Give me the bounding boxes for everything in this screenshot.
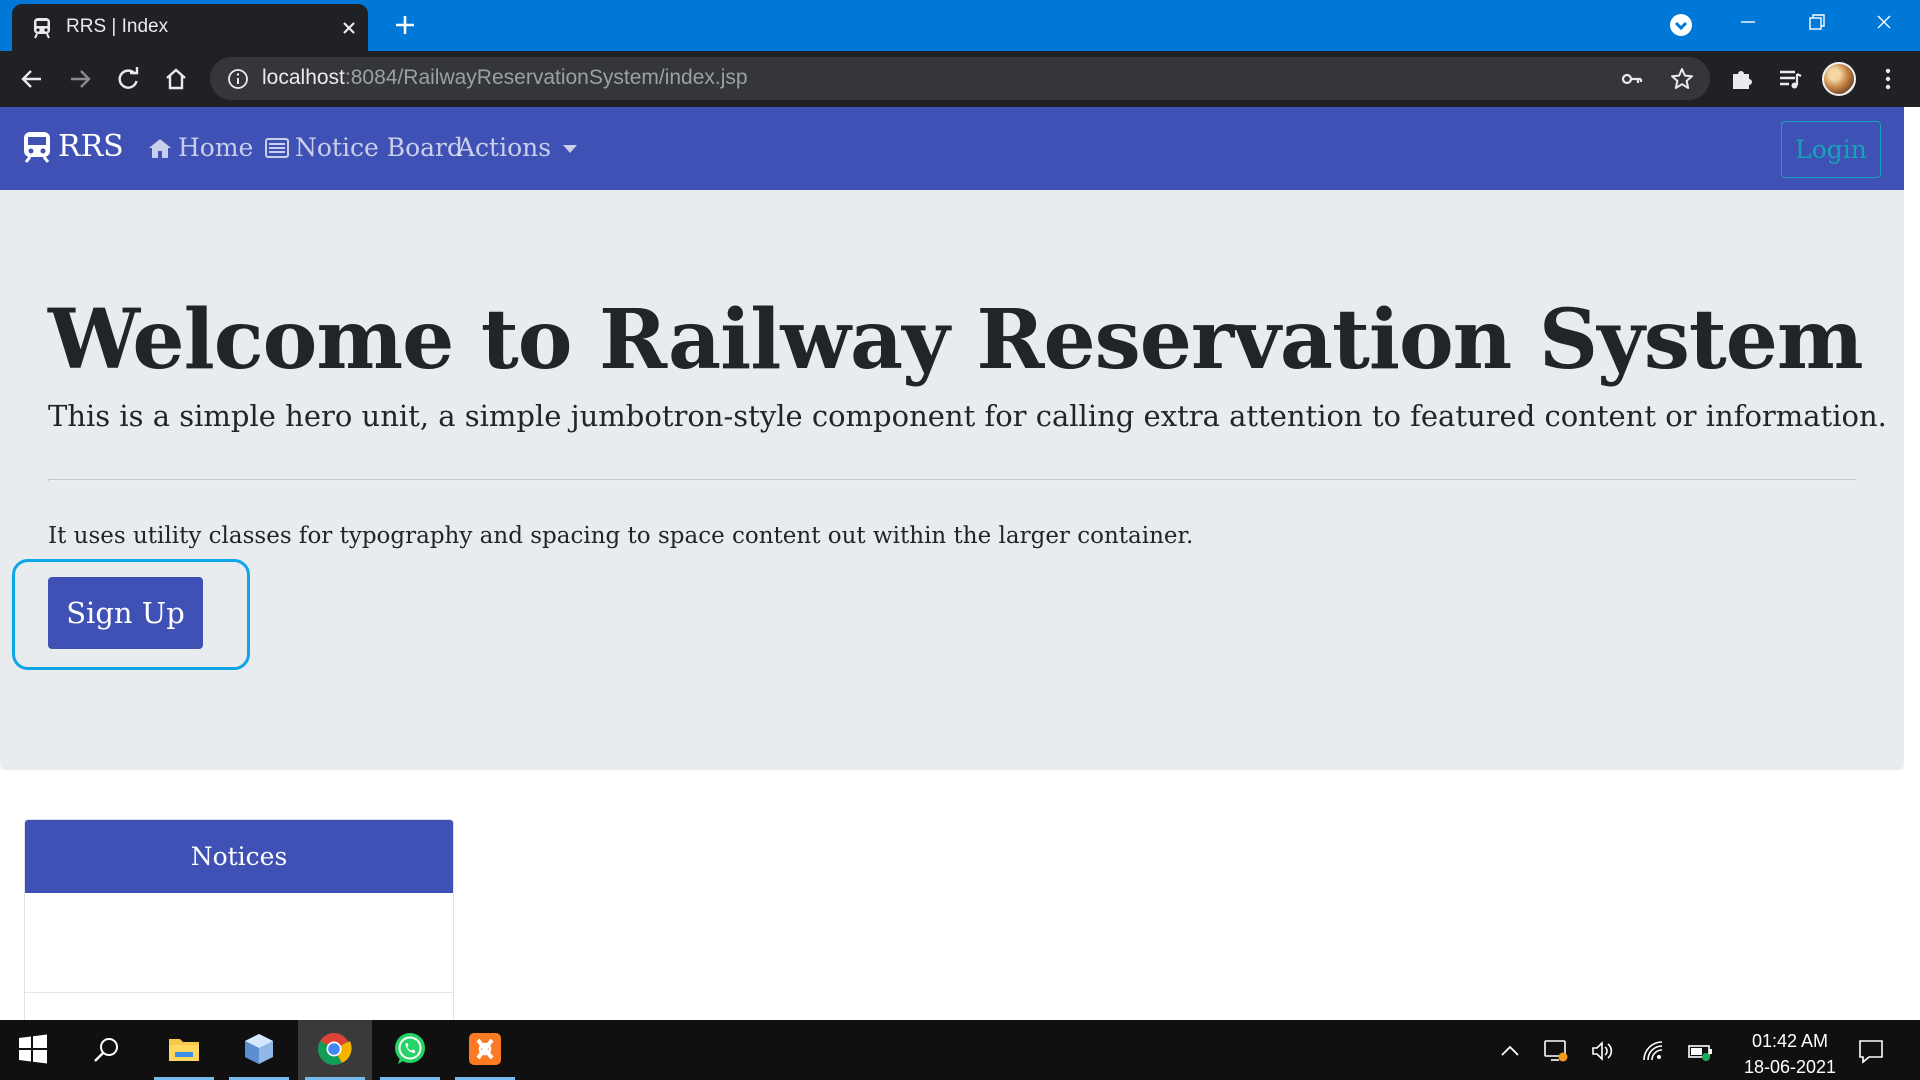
clock-date: 18-06-2021 [1743,1057,1837,1077]
site-navbar: RRS Home Notice Board Actions Login [0,107,1904,190]
new-tab-icon[interactable] [392,12,418,38]
train-icon [24,131,50,163]
notices-body [25,893,453,993]
hero-divider [48,479,1857,481]
media-queue-icon[interactable] [1776,65,1804,93]
caret-down-icon [563,144,578,153]
extensions-puzzle-icon[interactable] [1728,65,1756,93]
address-bar[interactable]: localhost:8084/RailwayReservationSystem/… [210,57,1710,100]
search-icon[interactable] [92,1035,122,1065]
menu-kebab-icon[interactable] [1874,65,1902,93]
bookmark-star-icon[interactable] [1669,66,1695,92]
show-hidden-icons-chevron-icon[interactable] [1497,1038,1523,1064]
nav-notice-board-label: Notice Board [295,133,463,162]
login-button[interactable]: Login [1781,121,1881,178]
hero-lead: This is a simple hero unit, a simple jum… [48,399,1887,433]
browser-titlebar: RRS | Index [0,0,1920,51]
xampp-icon[interactable] [467,1031,503,1067]
hero-title: Welcome to Railway Reservation System [48,292,1864,388]
train-favicon-icon [34,18,50,39]
nav-home[interactable]: Home [148,133,253,162]
url-host: localhost [262,66,345,89]
home-icon [149,138,171,158]
forward-icon[interactable] [66,65,94,93]
home-button-icon[interactable] [162,65,190,93]
taskbar-clock[interactable]: 01:42 AM 18-06-2021 [1730,1028,1850,1080]
whatsapp-icon[interactable] [392,1031,428,1067]
reload-icon[interactable] [114,65,142,93]
file-explorer-icon[interactable] [166,1031,202,1067]
site-info-icon[interactable] [226,67,250,91]
app-cube-icon[interactable] [241,1031,277,1067]
hero-jumbotron: Welcome to Railway Reservation System Th… [0,190,1904,770]
nav-notice-board[interactable]: Notice Board [265,133,463,162]
notices-header: Notices [25,820,453,893]
clock-time: 01:42 AM [1751,1031,1829,1051]
windows-taskbar: 01:42 AM 18-06-2021 [0,1020,1920,1080]
chrome-icon[interactable] [316,1031,352,1067]
wifi-icon[interactable] [1640,1038,1666,1064]
window-restore-icon[interactable] [1796,6,1836,38]
tab-search-icon[interactable] [1668,12,1694,38]
notices-card: Notices [24,819,454,1020]
action-center-icon[interactable] [1857,1037,1885,1065]
nav-actions-dropdown[interactable]: Actions [457,133,578,162]
tab-close-icon[interactable] [338,17,360,39]
brand-label: RRS [58,129,124,164]
volume-icon[interactable] [1590,1038,1616,1064]
nav-actions-label: Actions [457,133,552,162]
url-text[interactable]: localhost:8084/RailwayReservationSystem/… [262,66,748,90]
navbar-brand[interactable]: RRS [22,129,124,164]
web-page: RRS Home Notice Board Actions Login Welc… [0,107,1920,1020]
tab-title: RRS | Index [66,16,169,37]
signup-button[interactable]: Sign Up [48,577,203,649]
back-icon[interactable] [18,65,46,93]
browser-tab[interactable]: RRS | Index [12,4,368,51]
window-close-icon[interactable] [1864,6,1904,38]
hero-text: It uses utility classes for typography a… [48,523,1194,549]
security-monitor-icon[interactable] [1543,1038,1569,1064]
url-path: :8084/RailwayReservationSystem/index.jsp [344,66,748,89]
password-key-icon[interactable] [1620,67,1644,91]
battery-icon[interactable] [1688,1038,1714,1064]
list-alt-icon [265,137,289,158]
window-minimize-icon[interactable] [1728,6,1768,38]
nav-home-label: Home [178,133,254,162]
profile-avatar[interactable] [1822,62,1856,96]
start-icon[interactable] [18,1034,48,1064]
browser-toolbar: localhost:8084/RailwayReservationSystem/… [0,51,1920,107]
